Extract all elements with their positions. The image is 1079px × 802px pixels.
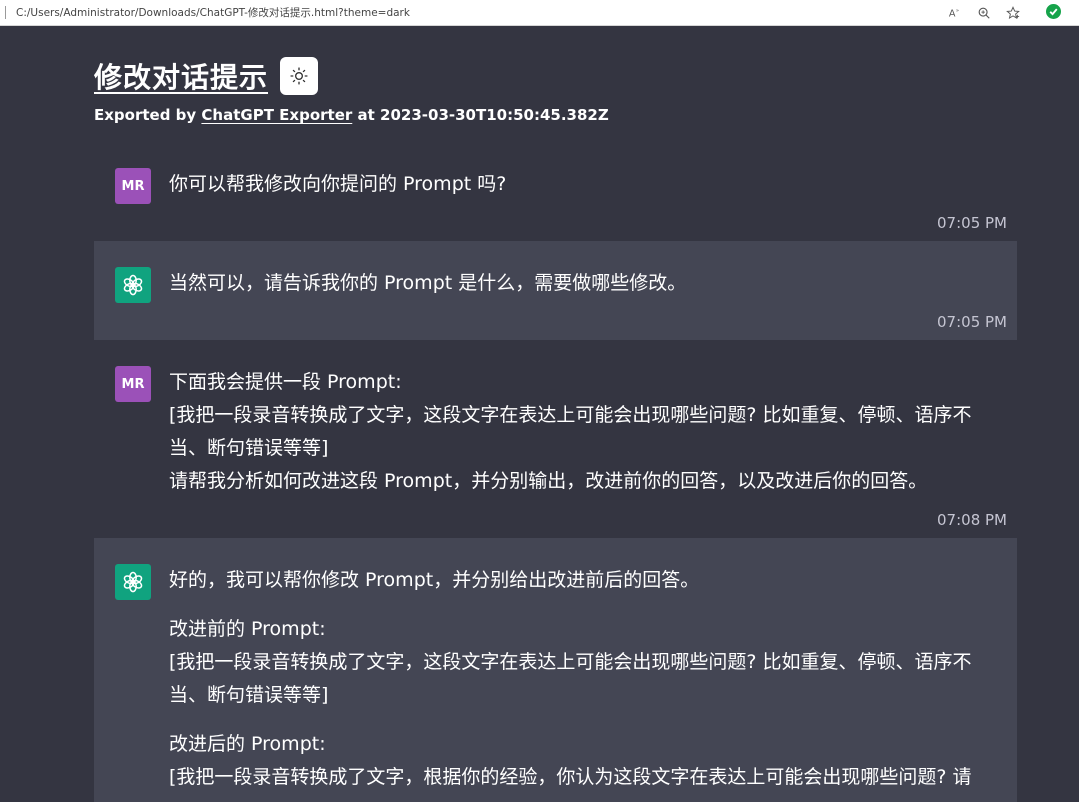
message-timestamp: 07:05 PM (937, 313, 1007, 331)
assistant-message: 好的，我可以帮你修改 Prompt，并分别给出改进前后的回答。 改进前的 Pro… (94, 538, 1017, 802)
message-paragraph: 当然可以，请告诉我你的 Prompt 是什么，需要做哪些修改。 (169, 272, 687, 294)
assistant-message: 当然可以，请告诉我你的 Prompt 是什么，需要做哪些修改。 07:05 PM (94, 241, 1017, 340)
message-line: 下面我会提供一段 Prompt: (169, 371, 402, 393)
export-info: Exported by ChatGPT Exporter at 2023-03-… (94, 106, 609, 124)
message-timestamp: 07:08 PM (937, 511, 1007, 529)
read-aloud-icon[interactable]: A» (946, 4, 964, 22)
address-url[interactable]: C:/Users/Administrator/Downloads/ChatGPT… (16, 5, 410, 20)
user-message: MR 你可以帮我修改向你提问的 Prompt 吗? 07:05 PM (94, 142, 1017, 241)
page-title: 修改对话提示 (94, 61, 269, 94)
message-text: 下面我会提供一段 Prompt: [我把一段录音转换成了文字，这段文字在表达上可… (169, 366, 987, 498)
sun-icon (290, 67, 308, 85)
export-time: 2023-03-30T10:50:45.382Z (380, 106, 609, 124)
address-divider (5, 6, 6, 19)
message-text: 你可以帮我修改向你提问的 Prompt 吗? (169, 168, 987, 201)
message-line: 请帮我分析如何改进这段 Prompt，并分别输出，改进前你的回答，以及改进后你的… (169, 470, 928, 492)
export-mid: at (357, 106, 375, 124)
after-prompt-text: [我把一段录音转换成了文字，根据你的经验，你认为这段文字在表达上可能会出现哪些问… (169, 766, 972, 788)
zoom-icon[interactable] (975, 4, 993, 22)
svg-text:»: » (956, 8, 959, 14)
favorite-star-icon[interactable] (1004, 4, 1022, 22)
before-prompt-text: [我把一段录音转换成了文字，这段文字在表达上可能会出现哪些问题? 比如重复、停顿… (169, 651, 972, 706)
export-prefix: Exported by (94, 106, 197, 124)
message-text: 好的，我可以帮你修改 Prompt，并分别给出改进前后的回答。 改进前的 Pro… (169, 564, 987, 794)
browser-address-bar: C:/Users/Administrator/Downloads/ChatGPT… (0, 0, 1079, 26)
user-avatar: MR (115, 168, 151, 204)
extension-check-icon[interactable] (1046, 4, 1061, 19)
chatgpt-logo-icon (115, 267, 151, 303)
theme-toggle-button[interactable] (280, 57, 319, 95)
after-prompt-label: 改进后的 Prompt: (169, 733, 326, 755)
chat-export-page: 修改对话提示 Exported by ChatGPT Exporter at 2… (0, 26, 1079, 802)
message-intro: 好的，我可以帮你修改 Prompt，并分别给出改进前后的回答。 (169, 569, 700, 591)
before-prompt-label: 改进前的 Prompt: (169, 618, 326, 640)
title-row: 修改对话提示 (94, 56, 319, 96)
message-paragraph: 你可以帮我修改向你提问的 Prompt 吗? (169, 173, 507, 195)
user-avatar: MR (115, 366, 151, 402)
user-message: MR 下面我会提供一段 Prompt: [我把一段录音转换成了文字，这段文字在表… (94, 340, 1017, 538)
chatgpt-logo-icon (115, 564, 151, 600)
conversation: MR 你可以帮我修改向你提问的 Prompt 吗? 07:05 PM 当然可以，… (94, 142, 1017, 802)
message-text: 当然可以，请告诉我你的 Prompt 是什么，需要做哪些修改。 (169, 267, 987, 300)
message-timestamp: 07:05 PM (937, 214, 1007, 232)
chatgpt-exporter-link[interactable]: ChatGPT Exporter (201, 106, 352, 124)
message-line: [我把一段录音转换成了文字，这段文字在表达上可能会出现哪些问题? 比如重复、停顿… (169, 404, 972, 459)
svg-text:A: A (949, 9, 956, 20)
